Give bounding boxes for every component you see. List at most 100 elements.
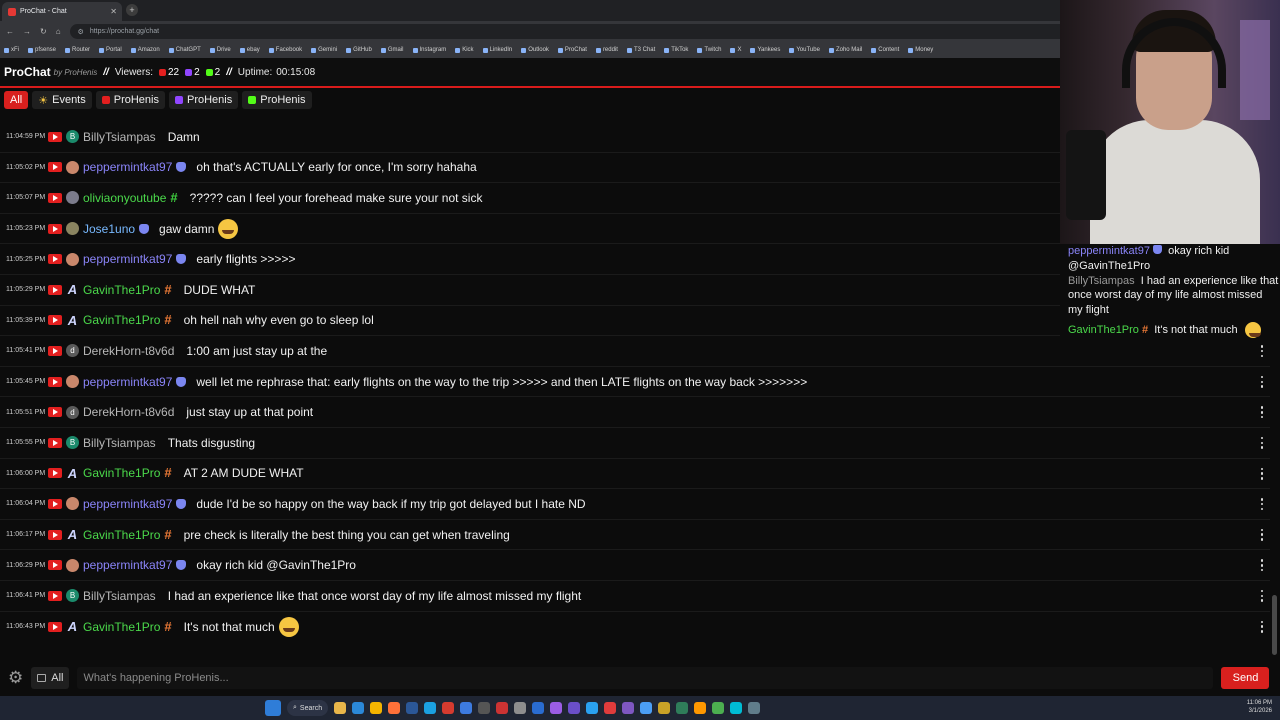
- send-button[interactable]: Send: [1221, 667, 1270, 689]
- username[interactable]: DerekHorn-t8v6d: [83, 344, 174, 358]
- bookmark-item[interactable]: Kick: [455, 47, 474, 53]
- bookmark-item[interactable]: Router: [65, 47, 90, 53]
- bookmark-item[interactable]: ebay: [239, 47, 260, 53]
- taskbar-app-icon[interactable]: [514, 702, 527, 714]
- more-options-icon[interactable]: [1260, 559, 1264, 572]
- tab-all[interactable]: All: [4, 91, 29, 109]
- bookmark-item[interactable]: Drive: [209, 47, 231, 53]
- forward-icon[interactable]: →: [23, 27, 31, 36]
- tab-youtube[interactable]: ProHenis: [95, 91, 165, 109]
- taskbar-app-icon[interactable]: [604, 702, 617, 714]
- chat-scrollbar[interactable]: [1272, 595, 1277, 655]
- platform-filter-button[interactable]: All: [31, 667, 70, 689]
- bookmark-item[interactable]: ChatGPT: [168, 47, 201, 53]
- gear-icon[interactable]: ⚙: [8, 668, 23, 688]
- bookmark-item[interactable]: T3 Chat: [626, 47, 655, 53]
- bookmark-item[interactable]: Gemini: [311, 47, 337, 53]
- more-options-icon[interactable]: [1260, 467, 1264, 480]
- taskbar-app-icon[interactable]: [496, 702, 509, 714]
- taskbar-app-icon[interactable]: [712, 702, 725, 714]
- bookmark-item[interactable]: Content: [871, 47, 899, 53]
- bookmark-item[interactable]: Twitch: [697, 47, 721, 53]
- taskbar-app-icon[interactable]: [406, 702, 419, 714]
- bookmark-item[interactable]: Instagram: [412, 47, 446, 53]
- username[interactable]: GavinThe1Pro: [83, 466, 160, 480]
- bookmark-item[interactable]: ProChat: [557, 47, 587, 53]
- taskbar-app-icon[interactable]: [388, 702, 401, 714]
- username[interactable]: BillyTsiampas: [83, 589, 156, 603]
- more-options-icon[interactable]: [1260, 345, 1264, 358]
- username[interactable]: GavinThe1Pro: [83, 313, 160, 327]
- more-options-icon[interactable]: [1260, 375, 1264, 388]
- bookmark-item[interactable]: pfsense: [28, 47, 56, 53]
- more-options-icon[interactable]: [1260, 436, 1264, 449]
- close-tab-icon[interactable]: ✕: [110, 7, 117, 16]
- bookmark-item[interactable]: Zoho Mail: [828, 47, 862, 53]
- bookmark-item[interactable]: Gmail: [380, 47, 404, 53]
- more-options-icon[interactable]: [1260, 498, 1264, 511]
- bookmark-item[interactable]: Portal: [99, 47, 122, 53]
- back-icon[interactable]: ←: [6, 27, 14, 36]
- bookmark-item[interactable]: Outlook: [521, 47, 549, 53]
- site-info-icon[interactable]: ⚙: [78, 28, 84, 36]
- username[interactable]: peppermintkat97: [83, 160, 172, 174]
- taskbar-app-icon[interactable]: [478, 702, 491, 714]
- username[interactable]: peppermintkat97: [83, 375, 172, 389]
- taskbar-app-icon[interactable]: [442, 702, 455, 714]
- username[interactable]: GavinThe1Pro: [83, 620, 160, 634]
- username[interactable]: DerekHorn-t8v6d: [83, 405, 174, 419]
- taskbar-app-icon[interactable]: [460, 702, 473, 714]
- username[interactable]: peppermintkat97: [83, 252, 172, 266]
- bookmark-item[interactable]: YouTube: [789, 47, 820, 53]
- taskbar-app-icon[interactable]: [676, 702, 689, 714]
- username[interactable]: oliviaonyoutube: [83, 191, 166, 205]
- address-bar[interactable]: ⚙ https://prochat.gg/chat: [69, 24, 1110, 39]
- taskbar-app-icon[interactable]: [622, 702, 635, 714]
- more-options-icon[interactable]: [1260, 406, 1264, 419]
- username[interactable]: BillyTsiampas: [83, 130, 156, 144]
- username[interactable]: BillyTsiampas: [83, 436, 156, 450]
- taskbar-app-icon[interactable]: [370, 702, 383, 714]
- bookmark-item[interactable]: Money: [908, 47, 933, 53]
- taskbar-app-icon[interactable]: [352, 702, 365, 714]
- tab-events[interactable]: ☀ Events: [32, 91, 92, 109]
- username[interactable]: GavinThe1Pro: [83, 528, 160, 542]
- taskbar-app-icon[interactable]: [550, 702, 563, 714]
- more-options-icon[interactable]: [1260, 528, 1264, 541]
- taskbar-app-icon[interactable]: [694, 702, 707, 714]
- taskbar-app-icon[interactable]: [640, 702, 653, 714]
- taskbar-app-icon[interactable]: [586, 702, 599, 714]
- username[interactable]: peppermintkat97: [83, 497, 172, 511]
- windows-start-icon[interactable]: [265, 700, 281, 716]
- system-tray[interactable]: 11:06 PM 3/1/2026: [1247, 699, 1272, 715]
- bookmark-item[interactable]: Facebook: [268, 47, 302, 53]
- bookmark-item[interactable]: GitHub: [346, 47, 372, 53]
- taskbar-app-icon[interactable]: [424, 702, 437, 714]
- home-icon[interactable]: ⌂: [56, 27, 61, 36]
- taskbar-app-icon[interactable]: [658, 702, 671, 714]
- bookmark-item[interactable]: X: [730, 47, 741, 53]
- taskbar-app-icon[interactable]: [748, 702, 761, 714]
- username[interactable]: GavinThe1Pro: [83, 283, 160, 297]
- username[interactable]: Jose1uno: [83, 222, 135, 236]
- taskbar-app-icon[interactable]: [532, 702, 545, 714]
- more-options-icon[interactable]: [1260, 620, 1264, 633]
- message-input[interactable]: [77, 667, 1214, 689]
- tab-kick[interactable]: ProHenis: [242, 91, 312, 109]
- bookmark-item[interactable]: LinkedIn: [482, 47, 512, 53]
- bookmark-item[interactable]: reddit: [595, 47, 618, 53]
- more-options-icon[interactable]: [1260, 589, 1264, 602]
- taskbar-app-icon[interactable]: [730, 702, 743, 714]
- taskbar-search[interactable]: ⌕ Search: [287, 700, 329, 716]
- taskbar-app-icon[interactable]: [568, 702, 581, 714]
- username[interactable]: peppermintkat97: [83, 558, 172, 572]
- new-tab-icon[interactable]: +: [126, 4, 138, 16]
- browser-tab[interactable]: ProChat - Chat ✕: [2, 2, 122, 21]
- bookmark-item[interactable]: Yankees: [750, 47, 780, 53]
- bookmark-item[interactable]: TikTok: [664, 47, 688, 53]
- reload-icon[interactable]: ↻: [40, 27, 47, 36]
- tab-twitch[interactable]: ProHenis: [169, 91, 239, 109]
- bookmark-item[interactable]: Amazon: [130, 47, 160, 53]
- taskbar-app-icon[interactable]: [334, 702, 347, 714]
- bookmark-item[interactable]: xFi: [4, 47, 19, 53]
